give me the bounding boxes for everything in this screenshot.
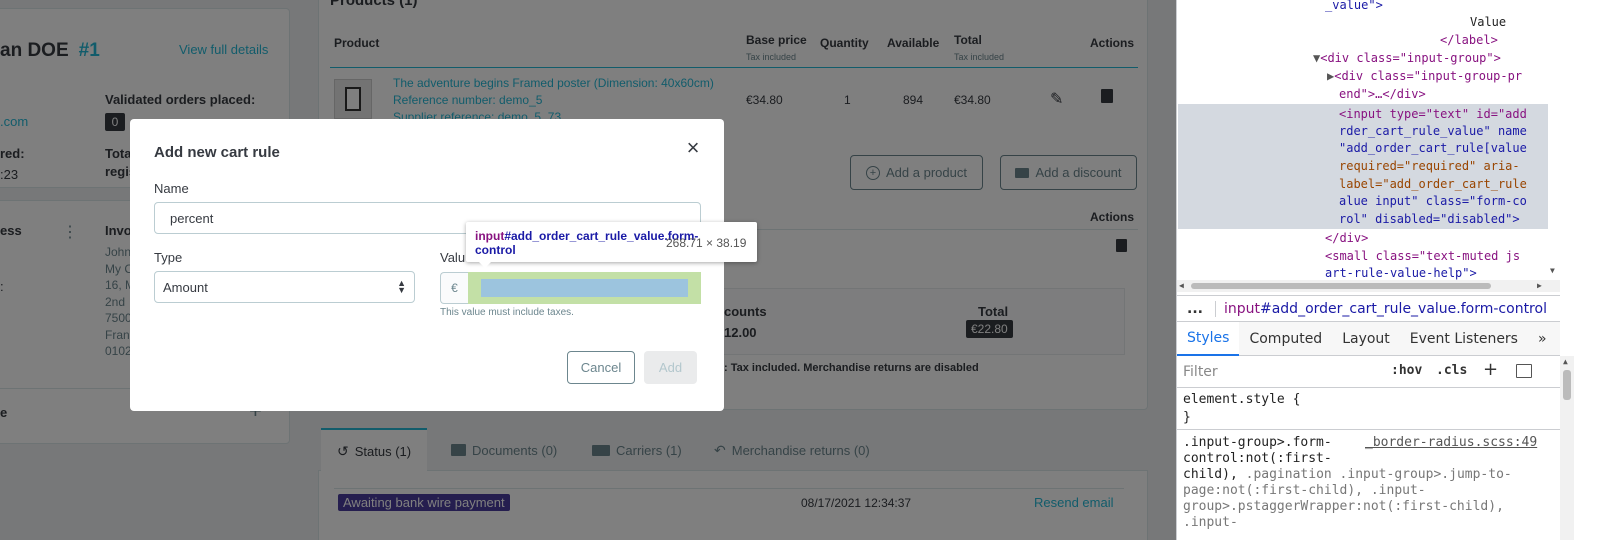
- dom-line[interactable]: <input type="text" id="add: [1339, 106, 1527, 124]
- toggle-sidebar-icon[interactable]: [1516, 364, 1532, 378]
- styles-filter-bar: Filter :hov .cls +: [1177, 356, 1560, 388]
- tab-event-listeners[interactable]: Event Listeners: [1400, 322, 1528, 356]
- rule-selector-line[interactable]: control:not(:first-: [1183, 451, 1332, 467]
- dom-line[interactable]: _value">: [1325, 0, 1383, 15]
- close-icon[interactable]: ×: [681, 136, 705, 160]
- breadcrumb-item[interactable]: input#add_order_cart_rule_value.form-con…: [1214, 300, 1547, 317]
- add-cart-rule-modal: Add new cart rule × Name percent Type Am…: [130, 119, 724, 411]
- dom-line[interactable]: ▶<div class="input-group-pr: [1327, 68, 1522, 86]
- scroll-up-arrow-icon[interactable]: ▲: [1563, 357, 1568, 366]
- dom-horizontal-scrollbar[interactable]: ◀ ▶: [1177, 280, 1560, 292]
- rule-selector-line[interactable]: child), .pagination .input-group>.jump-t…: [1183, 467, 1512, 483]
- dom-line[interactable]: rol" disabled="disabled">: [1339, 211, 1520, 229]
- tab-computed[interactable]: Computed: [1239, 322, 1332, 356]
- value-input-content-highlight: [481, 279, 688, 297]
- element-breadcrumb: ... input#add_order_cart_rule_value.form…: [1177, 295, 1560, 322]
- tooltip-selector: input#add_order_cart_rule_value.form-con…: [475, 229, 698, 257]
- new-rule-plus-icon[interactable]: +: [1483, 359, 1498, 380]
- dom-line[interactable]: "add_order_cart_rule[value: [1339, 140, 1527, 158]
- dom-line[interactable]: ▼<div class="input-group">: [1313, 50, 1501, 68]
- tooltip-arrow: [478, 261, 492, 268]
- scroll-down-arrow-icon[interactable]: ▼: [1550, 266, 1555, 275]
- dom-line[interactable]: alue input" class="form-co: [1339, 193, 1527, 211]
- breadcrumb-more[interactable]: ...: [1177, 301, 1215, 317]
- cancel-button[interactable]: Cancel: [567, 351, 635, 384]
- scroll-left-arrow-icon[interactable]: ◀: [1179, 281, 1184, 290]
- dom-vertical-scrollbar[interactable]: ▼: [1548, 0, 1560, 280]
- dom-line[interactable]: label="add_order_cart_rule: [1339, 176, 1527, 194]
- tab-styles[interactable]: Styles: [1177, 321, 1240, 356]
- tab-layout[interactable]: Layout: [1332, 322, 1400, 356]
- cls-toggle[interactable]: .cls: [1436, 363, 1467, 378]
- styles-scrollbar[interactable]: ▲: [1560, 356, 1574, 540]
- add-button[interactable]: Add: [644, 351, 697, 384]
- scroll-right-arrow-icon[interactable]: ▶: [1537, 281, 1542, 290]
- dom-line[interactable]: </div>: [1325, 230, 1368, 248]
- type-select[interactable]: Amount ▲ ▼: [154, 271, 415, 303]
- dom-line[interactable]: Value: [1470, 14, 1506, 32]
- devtools-panel: _value"> Value </label> ▼<div class="inp…: [1176, 0, 1615, 540]
- modal-title: Add new cart rule: [154, 144, 280, 161]
- order-page: an DOE#1 View full details .com Validate…: [0, 0, 1176, 540]
- select-arrows-icon: ▲ ▼: [397, 278, 406, 295]
- element-style-close: }: [1183, 410, 1191, 425]
- more-tabs-icon[interactable]: »: [1528, 322, 1557, 356]
- currency-prefix: €: [440, 272, 468, 304]
- inspector-tooltip: input#add_order_cart_rule_value.form-con…: [466, 222, 757, 268]
- value-input[interactable]: [468, 272, 701, 304]
- scrollbar-thumb[interactable]: [1191, 283, 1491, 289]
- name-label: Name: [154, 181, 189, 196]
- rule-selector-line[interactable]: .input-: [1183, 515, 1238, 531]
- name-input-value: percent: [170, 210, 214, 226]
- rule-source-link[interactable]: _border-radius.scss:49: [1365, 435, 1537, 451]
- value-help-text: This value must include taxes.: [440, 307, 574, 318]
- value-label: Valu: [440, 250, 466, 265]
- dom-line[interactable]: <small class="text-muted js: [1325, 248, 1520, 266]
- hov-toggle[interactable]: :hov: [1391, 363, 1422, 378]
- tooltip-dimensions: 268.71 × 38.19: [666, 236, 747, 250]
- dom-line[interactable]: required="required" aria-: [1339, 158, 1520, 176]
- styles-filter-input[interactable]: Filter: [1183, 359, 1383, 384]
- dom-line[interactable]: </label>: [1440, 32, 1498, 50]
- type-select-value: Amount: [163, 279, 208, 295]
- element-style-rule[interactable]: element.style {: [1183, 392, 1300, 408]
- devtools-tabs: Styles Computed Layout Event Listeners »: [1177, 321, 1560, 356]
- rule-selector-line[interactable]: .input-group>.form-: [1183, 435, 1332, 451]
- rule-divider: [1177, 429, 1560, 430]
- rule-selector-line[interactable]: group>.pstaggerWrapper:not(:first-child)…: [1183, 499, 1504, 515]
- dom-line[interactable]: end">…</div>: [1339, 86, 1426, 104]
- tooltip-selector-rest: #add_order_cart_rule_value.form-control: [475, 229, 699, 257]
- dom-line[interactable]: rder_cart_rule_value" name: [1339, 123, 1527, 141]
- scrollbar-thumb[interactable]: [1563, 370, 1571, 400]
- tooltip-tag: input: [475, 229, 505, 243]
- rule-selector-line[interactable]: page:not(:first-child), .input-: [1183, 483, 1426, 499]
- type-label: Type: [154, 250, 183, 265]
